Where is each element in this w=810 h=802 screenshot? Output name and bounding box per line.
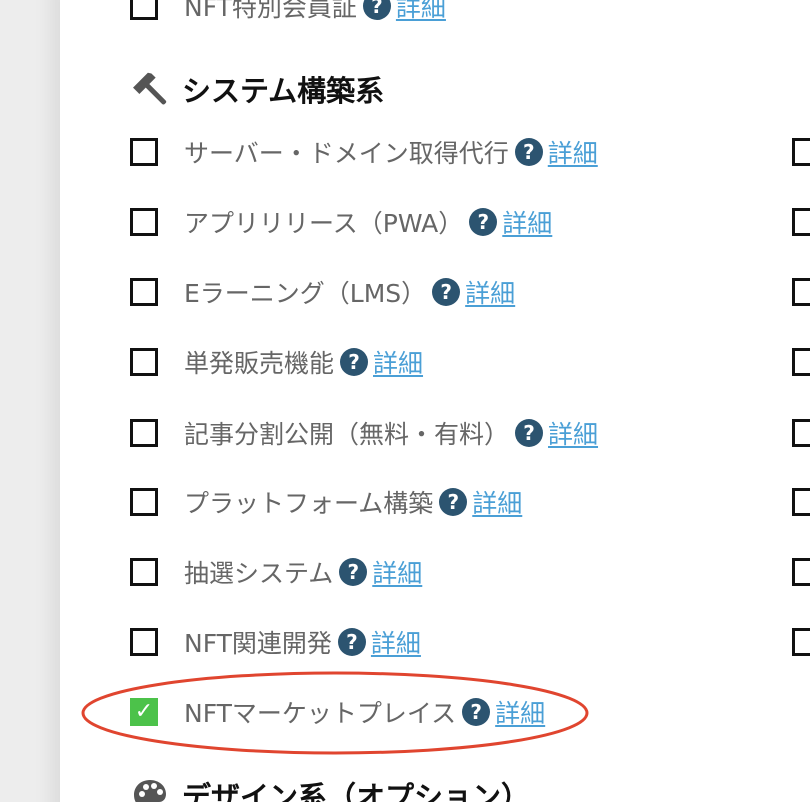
question-circle-icon[interactable]: ? xyxy=(439,488,468,516)
checkbox-right-column[interactable] xyxy=(792,628,810,656)
checkbox-right-column[interactable] xyxy=(792,488,810,516)
checkbox[interactable] xyxy=(130,419,158,447)
question-circle-icon[interactable]: ? xyxy=(362,0,391,20)
option-row-nft-marketplace[interactable]: ✓ NFTマーケットプレイス ? 詳細 xyxy=(130,692,545,732)
checkbox[interactable] xyxy=(130,138,158,166)
question-circle-icon[interactable]: ? xyxy=(339,558,368,586)
question-circle-icon[interactable]: ? xyxy=(515,419,544,447)
hammer-icon xyxy=(130,69,170,109)
option-row-lottery[interactable]: 抽選システム ? 詳細 xyxy=(130,552,422,592)
option-label: サーバー・ドメイン取得代行 xyxy=(184,139,509,168)
section-title: システム構築系 xyxy=(182,74,385,108)
option-label: Eラーニング（LMS） xyxy=(184,279,427,308)
option-row-server-domain[interactable]: サーバー・ドメイン取得代行 ? 詳細 xyxy=(130,132,598,172)
checkbox[interactable] xyxy=(130,558,158,586)
question-circle-icon[interactable]: ? xyxy=(469,208,498,236)
detail-link[interactable]: 詳細 xyxy=(373,344,423,380)
option-label: 抽選システム xyxy=(184,559,334,588)
section-header-system: システム構築系 xyxy=(130,68,384,110)
palette-icon xyxy=(130,775,170,802)
page: NFT特別会員証 ? 詳細 システム構築系 サーバー・ドメイン取得代行 ? 詳細… xyxy=(0,0,810,802)
checkmark-icon: ✓ xyxy=(134,699,154,724)
checkbox[interactable] xyxy=(130,628,158,656)
option-row-elearning[interactable]: Eラーニング（LMS） ? 詳細 xyxy=(130,272,515,312)
section-header-design: デザイン系（オプション） xyxy=(130,774,530,802)
option-row-nft-dev[interactable]: NFT関連開発 ? 詳細 xyxy=(130,622,421,662)
checkbox-right-column[interactable] xyxy=(792,558,810,586)
option-label: NFTマーケットプレイス xyxy=(184,699,457,728)
checkbox-checked[interactable]: ✓ xyxy=(130,698,158,726)
question-circle-icon[interactable]: ? xyxy=(337,628,366,656)
checkbox-right-column[interactable] xyxy=(792,419,810,447)
option-row-article-split[interactable]: 記事分割公開（無料・有料） ? 詳細 xyxy=(130,413,598,453)
checkbox-right-column[interactable] xyxy=(792,278,810,306)
section-title: デザイン系（オプション） xyxy=(182,780,531,802)
detail-link[interactable]: 詳細 xyxy=(371,624,421,660)
checkbox[interactable] xyxy=(130,208,158,236)
detail-link[interactable]: 詳細 xyxy=(396,0,446,24)
checkbox-right-column[interactable] xyxy=(792,138,810,166)
question-circle-icon[interactable]: ? xyxy=(462,698,491,726)
detail-link[interactable]: 詳細 xyxy=(548,415,598,451)
options-panel xyxy=(60,0,810,802)
option-row-single-sale[interactable]: 単発販売機能 ? 詳細 xyxy=(130,342,423,382)
detail-link[interactable]: 詳細 xyxy=(472,484,522,520)
option-row-platform[interactable]: プラットフォーム構築 ? 詳細 xyxy=(130,482,522,522)
question-circle-icon[interactable]: ? xyxy=(340,348,369,376)
option-row-app-release[interactable]: アプリリリース（PWA） ? 詳細 xyxy=(130,202,552,242)
detail-link[interactable]: 詳細 xyxy=(495,694,545,730)
question-circle-icon[interactable]: ? xyxy=(514,138,543,166)
detail-link[interactable]: 詳細 xyxy=(372,554,422,590)
option-label: プラットフォーム構築 xyxy=(184,489,434,518)
checkbox-right-column[interactable] xyxy=(792,348,810,376)
option-label: アプリリリース（PWA） xyxy=(184,209,464,238)
option-label: 記事分割公開（無料・有料） xyxy=(184,420,510,449)
option-row-nft-membership[interactable]: NFT特別会員証 ? 詳細 xyxy=(130,0,446,26)
checkbox-right-column[interactable] xyxy=(792,208,810,236)
checkbox[interactable] xyxy=(130,0,158,20)
option-label: 単発販売機能 xyxy=(184,349,335,378)
checkbox[interactable] xyxy=(130,488,158,516)
detail-link[interactable]: 詳細 xyxy=(465,274,515,310)
detail-link[interactable]: 詳細 xyxy=(548,134,598,170)
option-label: NFT関連開発 xyxy=(184,629,332,658)
question-circle-icon[interactable]: ? xyxy=(432,278,461,306)
checkbox[interactable] xyxy=(130,348,158,376)
checkbox[interactable] xyxy=(130,278,158,306)
option-label: NFT特別会員証 xyxy=(184,0,357,22)
detail-link[interactable]: 詳細 xyxy=(502,204,552,240)
